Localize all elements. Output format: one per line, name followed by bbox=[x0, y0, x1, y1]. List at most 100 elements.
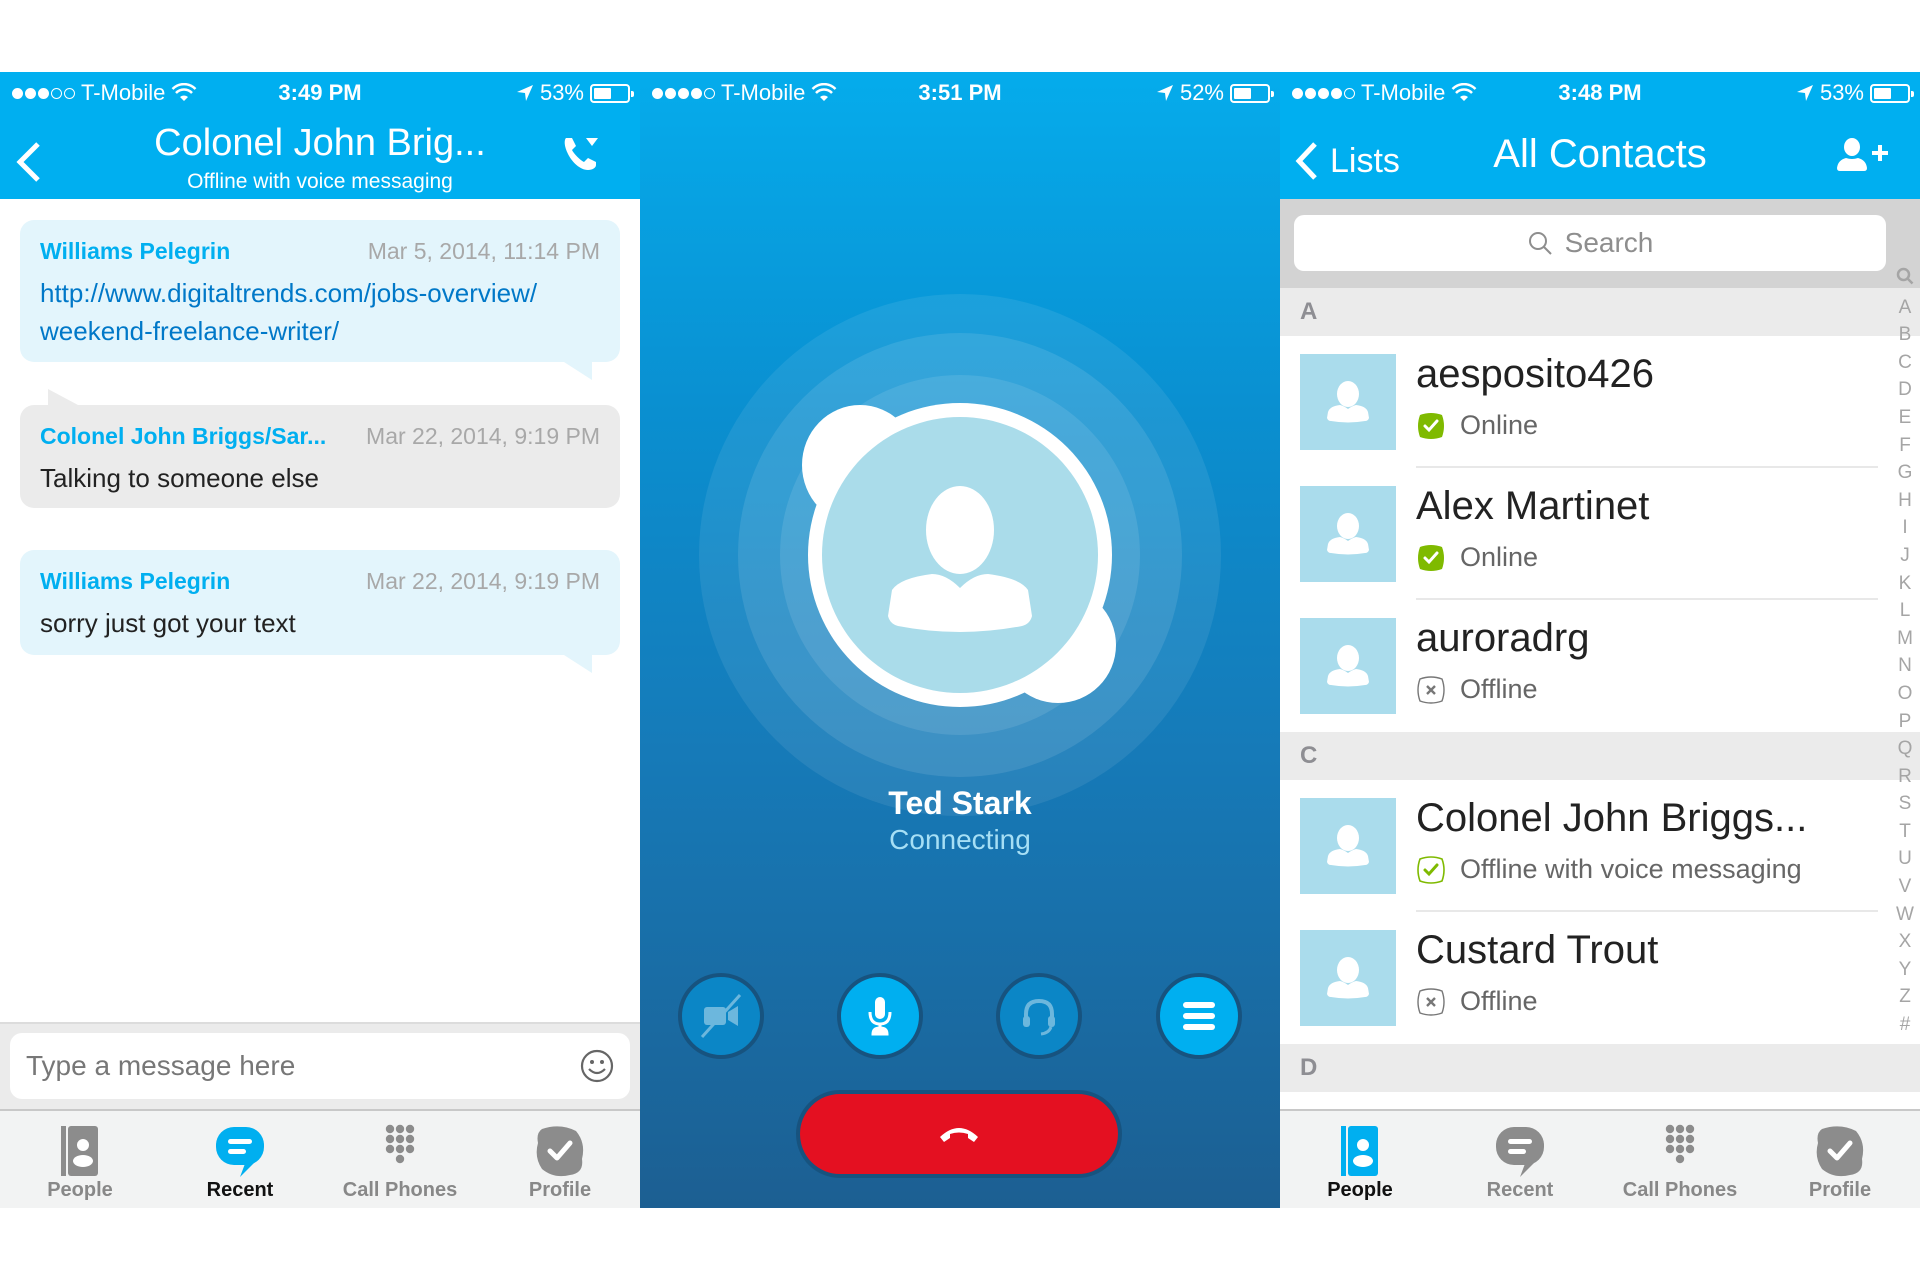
index-letter[interactable]: U bbox=[1898, 845, 1912, 873]
message-input[interactable] bbox=[10, 1033, 630, 1099]
contact-row[interactable]: Colonel John Briggs... Offline with voice… bbox=[1280, 780, 1890, 912]
battery-icon bbox=[1230, 83, 1274, 103]
search-bar-container: Search bbox=[1280, 199, 1920, 288]
index-letter[interactable]: A bbox=[1899, 294, 1912, 322]
offline-status-icon bbox=[1417, 987, 1445, 1016]
chat-bubble-icon bbox=[216, 1127, 264, 1177]
tab-label: Profile bbox=[528, 1179, 592, 1201]
message-text: sorry just got your text bbox=[40, 608, 296, 638]
chat-title[interactable]: Colonel John Brig... bbox=[0, 122, 640, 165]
index-letter[interactable]: Z bbox=[1899, 983, 1911, 1011]
index-letter[interactable]: D bbox=[1898, 376, 1912, 404]
tab-call-phones[interactable]: Call Phones bbox=[1600, 1111, 1760, 1208]
index-letter[interactable]: C bbox=[1898, 349, 1912, 377]
location-arrow-icon bbox=[516, 85, 533, 101]
message-link[interactable]: http://www.digitaltrends.com/jobs-overvi… bbox=[40, 274, 600, 350]
tab-call-phones[interactable]: Call Phones bbox=[320, 1111, 480, 1208]
avatar bbox=[1300, 798, 1396, 894]
offline-status-icon bbox=[1417, 675, 1445, 704]
status-bar: T-Mobile 3:48 PM 53% bbox=[1280, 72, 1920, 112]
contact-row[interactable]: aesposito426 Online bbox=[1280, 336, 1890, 468]
add-contact-icon[interactable] bbox=[1834, 136, 1890, 176]
skype-check-icon bbox=[1816, 1126, 1864, 1177]
contact-row[interactable]: Custard Trout Offline bbox=[1280, 912, 1890, 1044]
alphabet-index[interactable]: A B C D E F G H I J K L M N O P Q R S T U V W X Y Z # bbox=[1892, 266, 1918, 1039]
presence-text: Offline with voice messaging bbox=[1460, 854, 1802, 884]
headset-icon bbox=[1023, 998, 1055, 1036]
index-letter[interactable]: N bbox=[1898, 652, 1912, 680]
index-letter[interactable]: V bbox=[1899, 873, 1912, 901]
index-letter[interactable]: # bbox=[1900, 1011, 1911, 1039]
tab-people[interactable]: People bbox=[1280, 1111, 1440, 1208]
presence: Offline with voice messaging bbox=[1416, 854, 1802, 885]
message-bubble[interactable]: Williams Pelegrin Mar 22, 2014, 9:19 PM … bbox=[20, 550, 620, 673]
index-letter[interactable]: O bbox=[1898, 680, 1913, 708]
index-letter[interactable]: L bbox=[1900, 597, 1911, 625]
presence: Offline bbox=[1416, 674, 1538, 705]
tab-bar: People Recent Call Phones Profile bbox=[0, 1109, 640, 1208]
tab-people[interactable]: People bbox=[0, 1111, 160, 1208]
index-letter[interactable]: Q bbox=[1898, 735, 1913, 763]
index-letter[interactable]: W bbox=[1896, 901, 1914, 929]
index-letter[interactable]: T bbox=[1899, 818, 1911, 846]
contact-name: Colonel John Briggs... bbox=[1416, 796, 1808, 840]
battery-percent: 53% bbox=[539, 80, 584, 105]
search-icon bbox=[1528, 232, 1552, 255]
index-letter[interactable]: G bbox=[1898, 459, 1913, 487]
more-options-button[interactable] bbox=[1156, 973, 1242, 1059]
chat-screen: T-Mobile 3:49 PM 53% Colonel John Brig..… bbox=[0, 72, 640, 1208]
end-call-button[interactable] bbox=[796, 1090, 1122, 1178]
index-letter[interactable]: J bbox=[1900, 542, 1910, 570]
index-letter[interactable]: P bbox=[1899, 708, 1912, 736]
index-letter[interactable]: M bbox=[1897, 625, 1913, 653]
index-letter[interactable]: R bbox=[1898, 763, 1912, 791]
tab-label: Recent bbox=[206, 1179, 274, 1201]
tab-profile[interactable]: Profile bbox=[480, 1111, 640, 1208]
index-letter[interactable]: H bbox=[1898, 487, 1912, 515]
battery-icon bbox=[590, 83, 634, 103]
presence-text: Offline bbox=[1460, 674, 1538, 704]
presence-text: Offline bbox=[1460, 986, 1538, 1016]
phone-dropdown-icon[interactable] bbox=[560, 132, 602, 174]
avatar bbox=[1300, 930, 1396, 1026]
index-letter[interactable]: F bbox=[1899, 432, 1911, 460]
contact-row[interactable]: Alex Martinet Online bbox=[1280, 468, 1890, 600]
call-status: Connecting bbox=[889, 824, 1031, 855]
presence-text: Online bbox=[1460, 542, 1539, 572]
location-arrow-icon bbox=[1156, 85, 1173, 101]
message-bubble[interactable]: Williams Pelegrin Mar 5, 2014, 11:14 PM … bbox=[20, 220, 620, 380]
message-bubble[interactable]: Colonel John Briggs/Sar... Mar 22, 2014,… bbox=[20, 389, 620, 508]
video-toggle-button[interactable] bbox=[678, 973, 764, 1059]
index-search-icon[interactable] bbox=[1896, 266, 1914, 294]
index-letter[interactable]: K bbox=[1899, 570, 1912, 598]
avatar bbox=[1300, 618, 1396, 714]
message-timestamp: Mar 5, 2014, 11:14 PM bbox=[367, 238, 600, 264]
video-off-icon bbox=[700, 993, 742, 1039]
search-placeholder: Search bbox=[1564, 227, 1654, 258]
tab-profile[interactable]: Profile bbox=[1760, 1111, 1920, 1208]
mute-button[interactable] bbox=[837, 973, 923, 1059]
dialpad-icon bbox=[1665, 1124, 1695, 1164]
tab-recent[interactable]: Recent bbox=[160, 1111, 320, 1208]
audio-route-button[interactable] bbox=[996, 973, 1082, 1059]
tab-label: People bbox=[1327, 1179, 1393, 1201]
avatar bbox=[1300, 354, 1396, 450]
index-letter[interactable]: X bbox=[1899, 928, 1912, 956]
presence: Offline bbox=[1416, 986, 1538, 1017]
contact-name: Alex Martinet bbox=[1416, 484, 1650, 528]
index-letter[interactable]: I bbox=[1902, 514, 1907, 542]
search-input[interactable]: Search bbox=[1294, 215, 1886, 271]
index-letter[interactable]: E bbox=[1899, 404, 1912, 432]
tab-label: Profile bbox=[1808, 1179, 1872, 1201]
tab-label: Call Phones bbox=[1622, 1179, 1738, 1201]
smiley-icon[interactable] bbox=[580, 1049, 614, 1083]
message-timestamp: Mar 22, 2014, 9:19 PM bbox=[366, 423, 600, 449]
index-letter[interactable]: Y bbox=[1899, 956, 1912, 984]
tab-recent[interactable]: Recent bbox=[1440, 1111, 1600, 1208]
chat-header: Colonel John Brig... Offline with voice … bbox=[0, 112, 640, 199]
message-sender: Colonel John Briggs/Sar... bbox=[40, 423, 327, 449]
index-letter[interactable]: B bbox=[1899, 321, 1912, 349]
contact-row[interactable]: auroradrg Offline bbox=[1280, 600, 1890, 732]
contact-avatar bbox=[802, 403, 1116, 707]
index-letter[interactable]: S bbox=[1899, 790, 1912, 818]
